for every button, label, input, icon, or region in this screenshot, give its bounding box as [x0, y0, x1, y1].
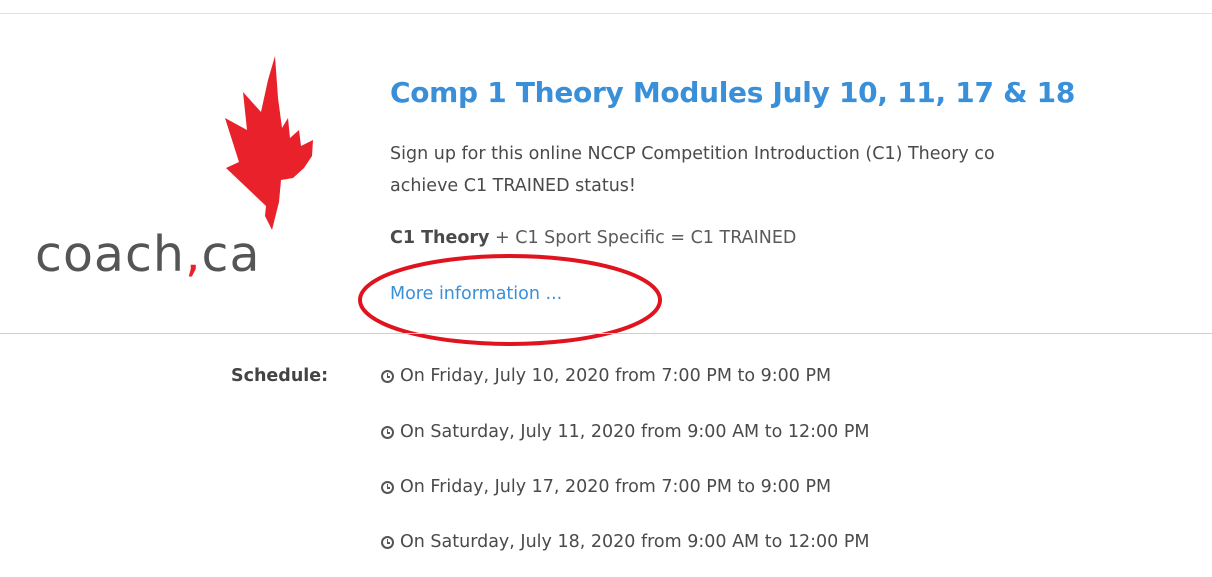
schedule-item: On Friday, July 10, 2020 from 7:00 PM to… — [381, 366, 831, 386]
schedule-item: On Saturday, July 18, 2020 from 9:00 AM … — [381, 532, 870, 552]
clock-icon — [381, 369, 394, 383]
schedule-item-text: On Saturday, July 18, 2020 from 9:00 AM … — [400, 532, 870, 552]
logo-wordmark: coach,ca — [35, 226, 261, 283]
formula-rest: + C1 Sport Specific = C1 TRAINED — [489, 228, 797, 248]
description-line-2: achieve C1 TRAINED status! — [390, 176, 636, 196]
event-description: Sign up for this online NCCP Competition… — [390, 138, 1212, 202]
clock-icon — [381, 425, 394, 439]
formula-bold: C1 Theory — [390, 228, 490, 248]
clock-icon — [381, 535, 394, 549]
coach-ca-logo: coach,ca — [29, 52, 335, 280]
clock-icon — [381, 480, 394, 494]
event-title[interactable]: Comp 1 Theory Modules July 10, 11, 17 & … — [390, 76, 1075, 109]
event-card: coach,ca Comp 1 Theory Modules July 10, … — [0, 0, 1212, 577]
schedule-item-text: On Friday, July 17, 2020 from 7:00 PM to… — [400, 477, 832, 497]
section-divider — [0, 333, 1212, 334]
schedule-item: On Saturday, July 11, 2020 from 9:00 AM … — [381, 422, 870, 442]
page: coach,ca Comp 1 Theory Modules July 10, … — [0, 0, 1212, 577]
description-line-1: Sign up for this online NCCP Competition… — [390, 144, 995, 164]
more-information-link[interactable]: More information ... — [390, 284, 562, 304]
training-formula: C1 Theory + C1 Sport Specific = C1 TRAIN… — [390, 228, 796, 248]
schedule-label: Schedule: — [231, 366, 329, 386]
schedule-item-text: On Friday, July 10, 2020 from 7:00 PM to… — [400, 366, 832, 386]
schedule-item: On Friday, July 17, 2020 from 7:00 PM to… — [381, 477, 831, 497]
schedule-item-text: On Saturday, July 11, 2020 from 9:00 AM … — [400, 422, 870, 442]
